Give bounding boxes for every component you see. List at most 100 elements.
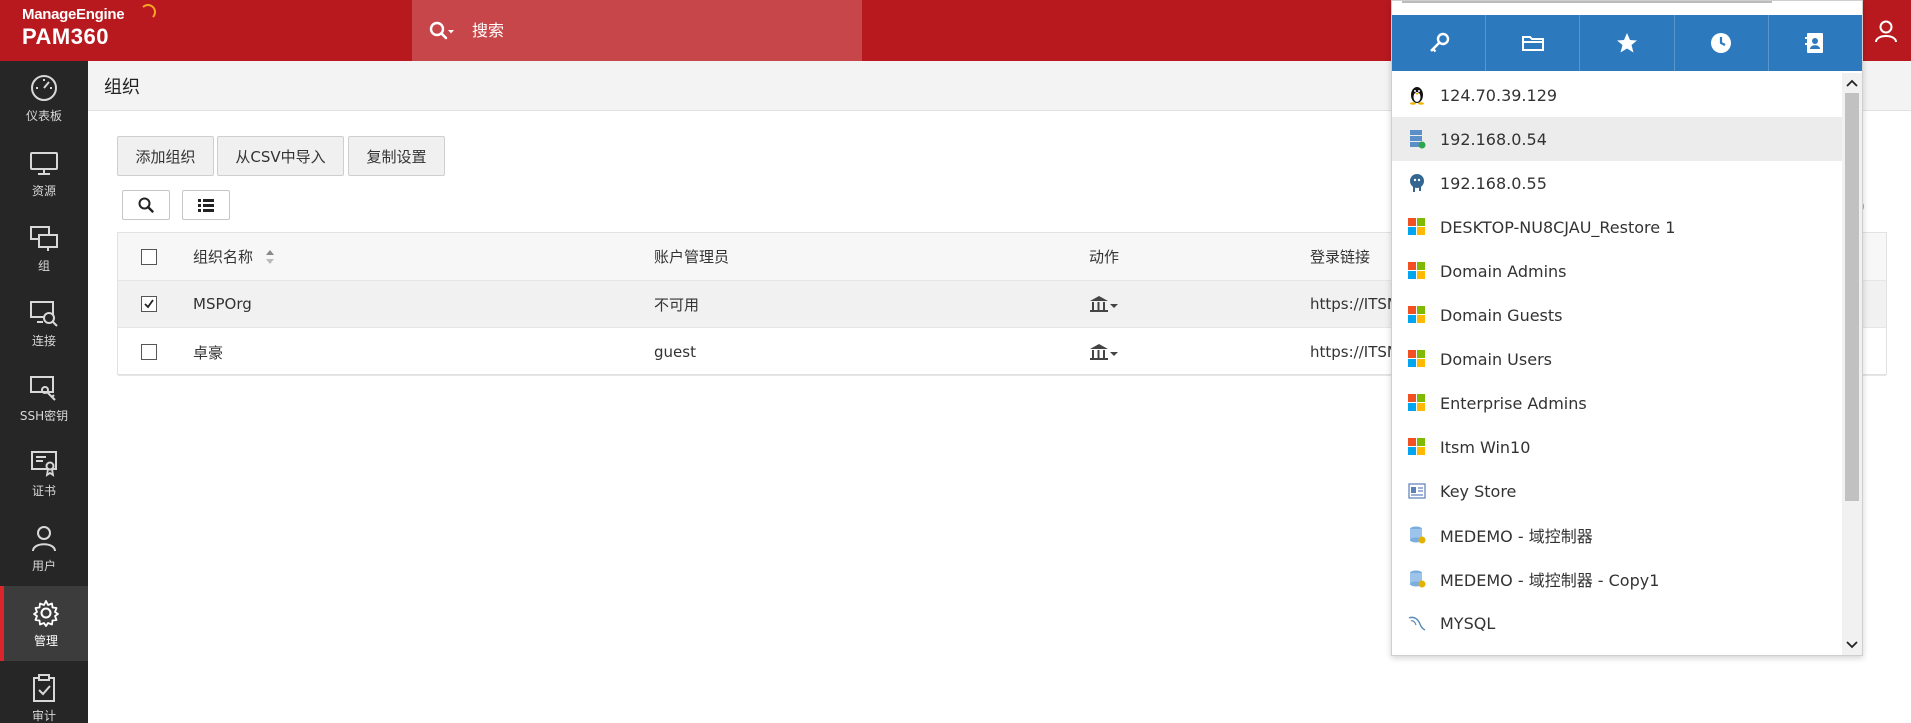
search-icon[interactable] — [412, 0, 472, 61]
list-item[interactable]: MEDEMO - 域控制器 - Copy1 — [1392, 557, 1842, 601]
gear-icon — [33, 600, 59, 627]
column-header-account-admin: 账户管理员 — [654, 248, 730, 266]
tab-folders[interactable] — [1486, 15, 1581, 71]
windows-icon — [1407, 437, 1427, 457]
tab-recent[interactable] — [1675, 15, 1769, 71]
sidebar-item-users[interactable]: 用户 — [0, 511, 88, 586]
resource-list: 124.70.39.129 192.168.0.54 192.168.0.55 … — [1392, 73, 1842, 655]
checkmark-icon — [144, 299, 154, 309]
product-name: PAM360 — [22, 24, 109, 49]
list-item[interactable]: Domain Users — [1392, 337, 1842, 381]
column-header-org-name[interactable]: 组织名称 — [193, 233, 275, 280]
audit-clipboard-icon — [33, 674, 55, 702]
sidebar: 仪表板 资源 组 连接 SSH密钥 证书 用户 管理 审计 — [0, 61, 88, 723]
tab-favorites[interactable] — [1580, 15, 1675, 71]
list-item-label: Domain Admins — [1440, 261, 1567, 281]
tab-passwords[interactable] — [1392, 15, 1487, 71]
list-item[interactable]: Itsm Win10 — [1392, 425, 1842, 469]
actions-menu-button[interactable] — [1089, 281, 1119, 327]
sort-icon — [266, 249, 275, 264]
scroll-thumb[interactable] — [1845, 93, 1859, 501]
select-all-checkbox[interactable] — [141, 248, 157, 265]
list-item[interactable]: MYSQL — [1392, 601, 1842, 645]
list-item[interactable]: Key Store — [1392, 469, 1842, 513]
sidebar-item-label: 管理 — [33, 634, 58, 648]
list-item[interactable]: Domain Admins — [1392, 249, 1842, 293]
account-admin-cell: guest — [654, 343, 696, 361]
actions-menu-button[interactable] — [1089, 329, 1119, 375]
list-item[interactable]: 192.168.0.54 — [1392, 117, 1842, 161]
sidebar-item-connections[interactable]: 连接 — [0, 286, 88, 361]
panel-tab-bar — [1392, 15, 1862, 71]
page-title: 组织 — [104, 77, 140, 98]
certificate-icon — [31, 451, 57, 477]
sidebar-item-audit[interactable]: 审计 — [0, 661, 88, 723]
search-icon — [138, 197, 154, 213]
scroll-up-arrow-icon[interactable] — [1846, 77, 1858, 89]
list-item[interactable]: MEDEMO - 域控制器 — [1392, 513, 1842, 557]
list-item[interactable]: 192.168.0.55 — [1392, 161, 1842, 205]
address-book-icon — [1805, 33, 1824, 53]
panel-search-stub[interactable] — [1402, 1, 1772, 3]
mysql-icon — [1407, 613, 1427, 633]
list-item-label: Itsm Win10 — [1440, 437, 1531, 457]
sidebar-item-certificates[interactable]: 证书 — [0, 436, 88, 511]
list-item[interactable]: Enterprise Admins — [1392, 381, 1842, 425]
sidebar-item-label: 组 — [37, 259, 50, 273]
sidebar-item-label: 证书 — [31, 484, 56, 498]
login-link-cell[interactable]: https://ITSM — [1310, 329, 1400, 375]
database-icon — [1407, 569, 1427, 589]
list-item-label: MYSQL — [1440, 613, 1496, 633]
tab-contacts[interactable] — [1769, 15, 1862, 71]
server-icon — [1407, 129, 1427, 149]
connection-icon — [30, 301, 58, 327]
account-admin-cell: 不可用 — [654, 295, 700, 314]
windows-icon — [1407, 261, 1427, 281]
dashboard-icon — [31, 75, 57, 101]
add-organization-button[interactable]: 添加组织 — [117, 136, 214, 176]
org-building-icon — [1090, 296, 1118, 312]
brand-name: ManageEngine — [22, 6, 125, 23]
list-item[interactable]: 124.70.39.129 — [1392, 73, 1842, 117]
list-item[interactable]: Domain Guests — [1392, 293, 1842, 337]
sidebar-item-ssh-keys[interactable]: SSH密钥 — [0, 361, 88, 436]
sidebar-item-label: 仪表板 — [25, 109, 62, 123]
postgresql-icon — [1407, 173, 1427, 193]
clock-icon — [1711, 33, 1732, 53]
search-box — [412, 0, 862, 61]
list-item[interactable]: DESKTOP-NU8CJAU_Restore 1 — [1392, 205, 1842, 249]
sidebar-item-admin[interactable]: 管理 — [0, 586, 88, 661]
list-item-label: Enterprise Admins — [1440, 393, 1587, 413]
windows-icon — [1407, 393, 1427, 413]
search-input[interactable] — [472, 21, 832, 40]
resource-list-scrollbar[interactable] — [1842, 73, 1862, 655]
star-icon — [1617, 33, 1637, 53]
search-toggle-button[interactable] — [122, 190, 170, 220]
sidebar-item-label: 连接 — [31, 334, 56, 348]
org-name-cell[interactable]: MSPOrg — [193, 281, 252, 327]
database-icon — [1407, 525, 1427, 545]
list-item-label: DESKTOP-NU8CJAU_Restore 1 — [1440, 217, 1676, 237]
scroll-down-arrow-icon[interactable] — [1846, 639, 1858, 651]
resource-quick-access-panel: 124.70.39.129 192.168.0.54 192.168.0.55 … — [1391, 0, 1863, 656]
sidebar-item-dashboard[interactable]: 仪表板 — [0, 61, 88, 136]
list-icon — [198, 199, 214, 212]
sidebar-item-groups[interactable]: 组 — [0, 211, 88, 286]
logo[interactable]: ManageEngine PAM360 — [22, 4, 156, 50]
group-monitors-icon — [30, 226, 58, 251]
org-name-cell[interactable]: 卓豪 — [193, 329, 223, 375]
list-item-label: Domain Guests — [1440, 305, 1563, 325]
list-item-label: 124.70.39.129 — [1440, 85, 1558, 105]
copy-settings-button[interactable]: 复制设置 — [348, 136, 445, 176]
sidebar-item-label: SSH密钥 — [19, 409, 69, 423]
user-icon — [32, 526, 56, 552]
sidebar-item-label: 用户 — [31, 559, 56, 573]
sidebar-item-resources[interactable]: 资源 — [0, 136, 88, 211]
monitor-icon — [30, 152, 58, 175]
login-link-cell[interactable]: https://ITSM — [1310, 281, 1400, 327]
user-profile-button[interactable] — [1860, 0, 1911, 61]
import-csv-button[interactable]: 从CSV中导入 — [217, 136, 344, 176]
row-checkbox[interactable] — [141, 296, 157, 312]
column-list-button[interactable] — [182, 190, 230, 220]
row-checkbox[interactable] — [141, 344, 157, 360]
